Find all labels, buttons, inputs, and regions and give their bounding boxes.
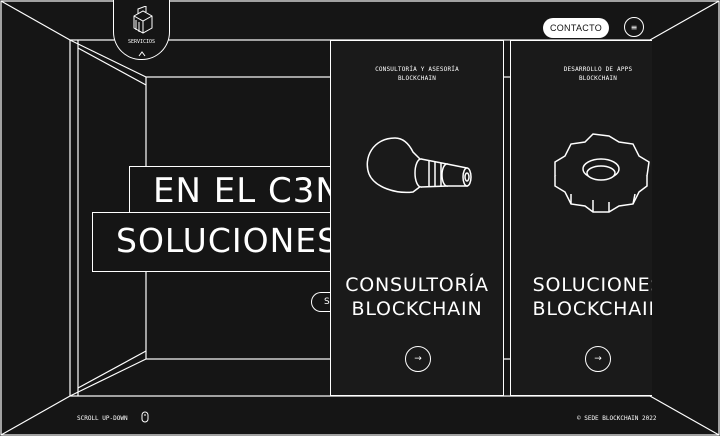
mouse-icon — [141, 411, 149, 423]
gear-icon — [554, 133, 650, 213]
card-title: CONSULTORÍA BLOCKCHAIN — [345, 274, 489, 320]
servicios-tab[interactable]: SERVICIOS — [113, 0, 170, 60]
scroll-label: SCROLL UP-DOWN — [77, 415, 128, 422]
service-card-consultoria[interactable]: CONSULTORÍA Y ASESORÍA BLOCKCHAIN CONSUL… — [330, 40, 504, 396]
menu-button[interactable]: ≡ — [624, 17, 644, 37]
card-arrow-button[interactable]: → — [405, 346, 431, 372]
card-arrow-button[interactable]: → — [585, 346, 611, 372]
service-card-soluciones[interactable]: DESARROLLO DE APPS BLOCKCHAIN SOLUCIONES… — [510, 40, 652, 396]
arrow-right-icon: → — [414, 354, 422, 364]
hero-line1: EN EL C3N — [153, 171, 342, 211]
card-title: SOLUCIONES BLOCKCHAIN — [532, 274, 652, 320]
copyright-text: © SEDE BLOCKCHAIN 2022 — [577, 415, 657, 422]
lightbulb-icon — [366, 137, 472, 194]
card-kicker: CONSULTORÍA Y ASESORÍA BLOCKCHAIN — [375, 66, 459, 82]
hero-line2: SOLUCIONES — [116, 221, 340, 260]
menu-icon: ≡ — [630, 22, 638, 32]
arrow-right-icon: → — [594, 354, 602, 364]
card-kicker: DESARROLLO DE APPS BLOCKCHAIN — [563, 66, 633, 82]
servicios-label: SERVICIOS — [127, 39, 156, 45]
cube-stack-icon — [133, 6, 153, 34]
contact-button[interactable]: CONTACTO — [543, 18, 609, 38]
small-arrow-icon — [138, 51, 146, 57]
